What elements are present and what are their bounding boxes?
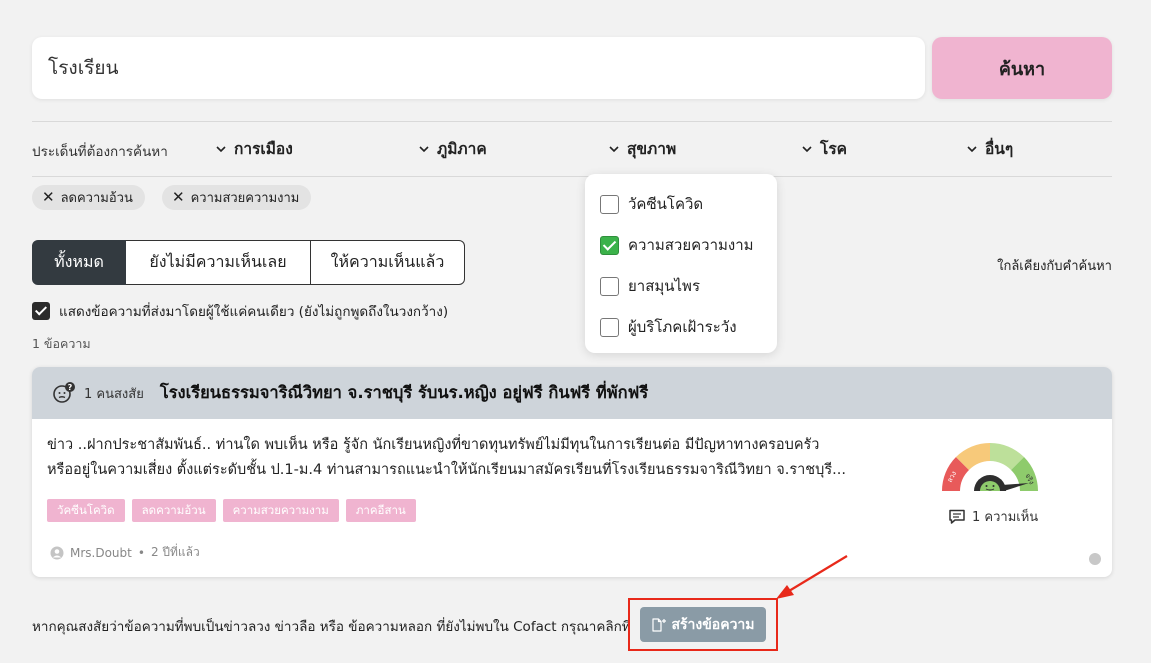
- filter-category-label: ภูมิภาค: [437, 140, 487, 158]
- chevron-down-icon: [216, 145, 226, 152]
- chevron-down-icon: [609, 145, 619, 152]
- filter-category-disease[interactable]: โรค: [802, 136, 847, 161]
- dropdown-item-label: ผู้บริโภคเฝ้าระวัง: [628, 318, 737, 336]
- tab-replied[interactable]: ให้ความเห็นแล้ว: [311, 240, 465, 285]
- dropdown-item-label: ความสวยความงาม: [628, 236, 754, 254]
- footer-instruction: หากคุณสงสัยว่าข้อความที่พบเป็นข่าวลวง ข่…: [32, 619, 631, 635]
- checkbox[interactable]: [600, 317, 619, 337]
- annotation-highlight-box: [628, 598, 778, 651]
- status-dot: [1089, 553, 1101, 565]
- active-filter-chip[interactable]: ✕ ลดความอ้วน: [32, 185, 145, 210]
- article-excerpt: ข่าว ..ฝากประชาสัมพันธ์.. ท่านใด พบเห็น …: [47, 433, 887, 483]
- filter-tabs: ทั้งหมด ยังไม่มีความเห็นเลย ให้ความเห็นแ…: [32, 240, 465, 285]
- article-meta: Mrs.Doubt • 2 ปีที่แล้ว: [50, 543, 200, 562]
- reply-count-label: 1 ความเห็น: [972, 510, 1039, 525]
- article-card[interactable]: ? 1 คนสงสัย โรงเรียนธรรมจาริณีวิทยา จ.รา…: [32, 367, 1112, 577]
- chevron-down-icon: [419, 145, 429, 152]
- tag[interactable]: ความสวยความงาม: [222, 499, 339, 522]
- dropdown-item-beauty[interactable]: ความสวยความงาม: [600, 233, 754, 257]
- close-icon[interactable]: ✕: [42, 190, 55, 205]
- chip-label: ลดความอ้วน: [60, 191, 133, 206]
- tab-all[interactable]: ทั้งหมด: [32, 240, 126, 285]
- filter-category-label: โรค: [820, 140, 848, 158]
- tag-list: วัคซีนโควิด ลดความอ้วน ความสวยความงาม ภา…: [47, 499, 416, 522]
- filter-category-label: การเมือง: [234, 140, 293, 158]
- health-dropdown-menu: วัคซีนโควิด ความสวยความงาม ยาสมุนไพร ผู้…: [585, 174, 777, 353]
- divider: [32, 121, 1112, 122]
- result-count: 1 ข้อความ: [32, 336, 91, 351]
- search-button[interactable]: ค้นหา: [932, 37, 1112, 99]
- author-name: Mrs.Doubt: [70, 545, 132, 560]
- article-title[interactable]: โรงเรียนธรรมจาริณีวิทยา จ.ราชบุรี รับนร.…: [160, 380, 648, 406]
- chip-label: ความสวยความงาม: [190, 191, 300, 206]
- checkbox[interactable]: [600, 276, 619, 296]
- dropdown-item-label: วัคซีนโควิด: [628, 195, 704, 213]
- excerpt-line: ข่าว ..ฝากประชาสัมพันธ์.. ท่านใด พบเห็น …: [47, 437, 820, 453]
- svg-text:?: ?: [68, 383, 73, 392]
- filter-category-label: อื่นๆ: [985, 140, 1014, 158]
- chevron-down-icon: [802, 145, 812, 152]
- active-filter-chip[interactable]: ✕ ความสวยความงาม: [162, 185, 312, 210]
- truth-gauge: ลวง จริง: [941, 442, 1039, 491]
- meta-separator: •: [137, 545, 145, 560]
- card-header: ? 1 คนสงสัย โรงเรียนธรรมจาริณีวิทยา จ.รา…: [32, 367, 1112, 419]
- divider: [32, 176, 1112, 177]
- comment-icon: [949, 509, 965, 524]
- checkbox-checked[interactable]: [600, 235, 619, 255]
- face-eye: [985, 485, 988, 487]
- tag[interactable]: ลดความอ้วน: [131, 499, 216, 522]
- filter-category-region[interactable]: ภูมิภาค: [419, 136, 487, 161]
- single-sender-label: แสดงข้อความที่ส่งมาโดยผู้ใช้แค่คนเดียว (…: [59, 304, 449, 320]
- user-avatar-icon: [50, 546, 64, 559]
- doubt-face-icon: ?: [53, 382, 75, 403]
- filter-category-label: สุขภาพ: [627, 140, 677, 158]
- close-icon[interactable]: ✕: [172, 190, 185, 205]
- filter-category-politics[interactable]: การเมือง: [216, 136, 293, 161]
- single-sender-checkbox[interactable]: แสดงข้อความที่ส่งมาโดยผู้ใช้แค่คนเดียว (…: [32, 300, 448, 322]
- tab-no-reply[interactable]: ยังไม่มีความเห็นเลย: [126, 240, 311, 285]
- excerpt-line: หรืออยู่ในความเสี่ยง ตั้งแต่ระดับชั้น ป.…: [47, 462, 846, 478]
- dropdown-item-herbal[interactable]: ยาสมุนไพร: [600, 274, 700, 298]
- filter-label: ประเด็นที่ต้องการค้นหา: [32, 144, 168, 160]
- checkbox-checked[interactable]: [32, 302, 50, 320]
- reply-count: 1 ความเห็น: [948, 506, 1038, 527]
- chevron-down-icon: [967, 145, 977, 152]
- dropdown-item-covid-vaccine[interactable]: วัคซีนโควิด: [600, 192, 703, 216]
- post-time: 2 ปีที่แล้ว: [150, 545, 200, 559]
- filter-category-other[interactable]: อื่นๆ: [967, 136, 1013, 161]
- checkbox[interactable]: [600, 194, 619, 214]
- tag[interactable]: ภาคอีสาน: [345, 499, 416, 522]
- filter-category-health[interactable]: สุขภาพ: [609, 136, 676, 161]
- doubt-count: 1 คนสงสัย: [84, 386, 144, 402]
- face-eye: [992, 485, 995, 487]
- annotation-arrow-icon: [776, 555, 848, 599]
- dropdown-item-label: ยาสมุนไพร: [628, 277, 700, 295]
- dropdown-item-consumer-watch[interactable]: ผู้บริโภคเฝ้าระวัง: [600, 315, 737, 339]
- search-input[interactable]: [32, 37, 925, 99]
- sort-dropdown[interactable]: ใกล้เคียงกับคำค้นหา: [997, 255, 1112, 276]
- tag[interactable]: วัคซีนโควิด: [47, 499, 125, 522]
